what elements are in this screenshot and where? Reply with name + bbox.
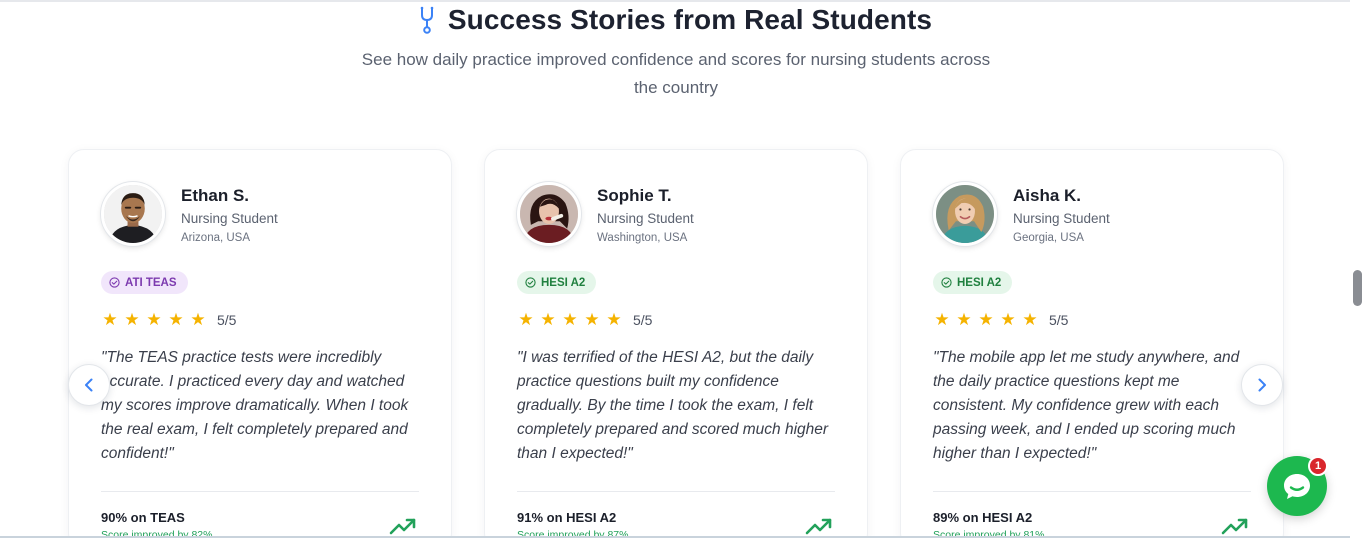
card-divider xyxy=(101,491,419,492)
student-role: Nursing Student xyxy=(1013,211,1110,226)
testimonial-quote: "I was terrified of the HESI A2, but the… xyxy=(517,349,829,462)
section-heading: Success Stories from Real Students xyxy=(0,4,1350,36)
check-circle-icon xyxy=(525,277,536,288)
top-divider xyxy=(0,0,1365,2)
star-icon: ★ xyxy=(540,310,556,329)
avatar xyxy=(933,182,997,246)
trending-up-icon xyxy=(805,516,833,536)
student-location: Georgia, USA xyxy=(1013,232,1084,244)
testimonial-card: Ethan S. Nursing Student Arizona, USA AT… xyxy=(68,149,452,538)
stethoscope-icon xyxy=(418,5,436,35)
star-icon: ★ xyxy=(190,310,206,329)
star-icon: ★ xyxy=(518,310,534,329)
carousel-prev-button[interactable] xyxy=(68,364,110,406)
star-icon: ★ xyxy=(934,310,950,329)
rating-score: 5/5 xyxy=(1049,312,1069,328)
card-divider xyxy=(517,491,835,492)
exam-badge-label: ATI TEAS xyxy=(125,276,177,289)
star-rating: ★ ★ ★ ★ ★ 5/5 xyxy=(933,311,1068,329)
star-icon: ★ xyxy=(956,310,972,329)
rating-score: 5/5 xyxy=(633,312,653,328)
star-icon: ★ xyxy=(124,310,140,329)
star-icon: ★ xyxy=(978,310,994,329)
section-subtitle: See how daily practice improved confiden… xyxy=(361,50,991,97)
score-result: 91% on HESI A2 xyxy=(517,510,617,525)
testimonials-page: Success Stories from Real Students See h… xyxy=(0,0,1365,538)
star-icon: ★ xyxy=(606,310,622,329)
student-name: Aisha K. xyxy=(1013,186,1082,205)
star-icon: ★ xyxy=(562,310,578,329)
avatar xyxy=(101,182,165,246)
student-location: Arizona, USA xyxy=(181,232,251,244)
exam-badge: HESI A2 xyxy=(933,271,1013,294)
chevron-left-icon xyxy=(81,377,97,393)
student-role: Nursing Student xyxy=(597,211,694,226)
rating-score: 5/5 xyxy=(217,312,237,328)
section-title: Success Stories from Real Students xyxy=(447,4,933,35)
student-location: Washington, USA xyxy=(597,232,688,244)
testimonial-quote: "The TEAS practice tests were incredibly… xyxy=(101,349,409,462)
check-circle-icon xyxy=(109,277,120,288)
exam-badge-label: HESI A2 xyxy=(957,276,1002,289)
avatar xyxy=(517,182,581,246)
exam-badge: HESI A2 xyxy=(517,271,597,294)
check-circle-icon xyxy=(941,277,952,288)
exam-badge-label: HESI A2 xyxy=(541,276,586,289)
testimonial-card: Sophie T. Nursing Student Washington, US… xyxy=(484,149,868,538)
card-divider xyxy=(933,491,1251,492)
score-result: 89% on HESI A2 xyxy=(933,510,1033,525)
star-icon: ★ xyxy=(102,310,118,329)
star-rating: ★ ★ ★ ★ ★ 5/5 xyxy=(101,311,236,329)
star-icon: ★ xyxy=(1000,310,1016,329)
chevron-right-icon xyxy=(1254,377,1270,393)
scrollbar-thumb[interactable] xyxy=(1353,270,1362,306)
student-role: Nursing Student xyxy=(181,211,278,226)
star-icon: ★ xyxy=(146,310,162,329)
star-icon: ★ xyxy=(1022,310,1038,329)
star-icon: ★ xyxy=(168,310,184,329)
chat-bubble-icon xyxy=(1280,469,1314,503)
page-scrollbar[interactable] xyxy=(1350,0,1365,538)
testimonial-quote: "The mobile app let me study anywhere, a… xyxy=(933,349,1240,462)
star-icon: ★ xyxy=(584,310,600,329)
testimonial-card: Aisha K. Nursing Student Georgia, USA HE… xyxy=(900,149,1284,538)
trending-up-icon xyxy=(389,516,417,536)
trending-up-icon xyxy=(1221,516,1249,536)
student-name: Ethan S. xyxy=(181,186,250,205)
student-name: Sophie T. xyxy=(597,186,672,205)
star-rating: ★ ★ ★ ★ ★ 5/5 xyxy=(517,311,652,329)
score-result: 90% on TEAS xyxy=(101,510,185,525)
exam-badge: ATI TEAS xyxy=(101,271,188,294)
chat-notification-badge: 1 xyxy=(1308,456,1328,476)
carousel-next-button[interactable] xyxy=(1241,364,1283,406)
